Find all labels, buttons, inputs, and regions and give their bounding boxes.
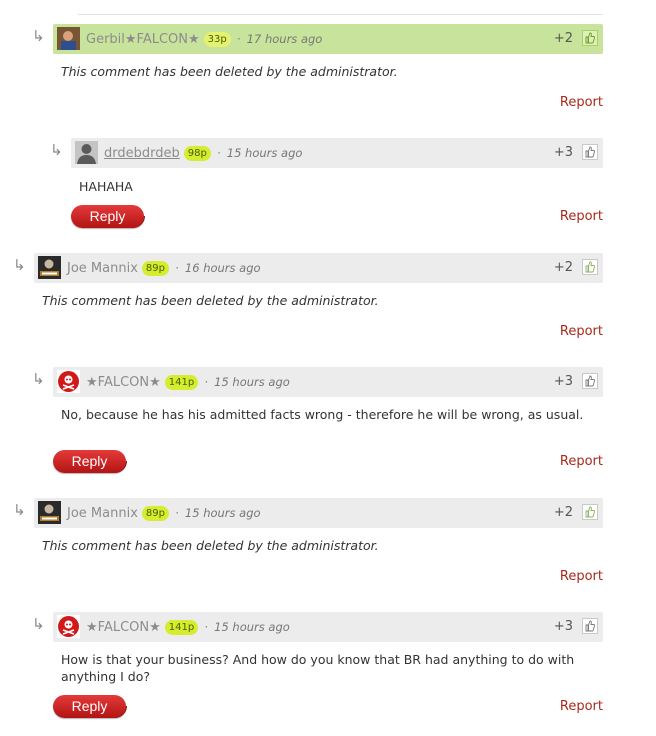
report-link[interactable]: Report (560, 324, 603, 339)
username[interactable]: Joe Mannix (67, 261, 138, 276)
score: +3 (553, 619, 573, 634)
username[interactable]: drdebdrdeb (104, 146, 180, 161)
separator: · (204, 620, 208, 634)
comment-meta: Joe Mannix 89p · 16 hours ago (67, 253, 261, 284)
username[interactable]: ★FALCON★ (86, 375, 161, 390)
username[interactable]: ★FALCON★ (86, 620, 161, 635)
points-badge: 141p (164, 375, 199, 390)
points-badge: 89p (141, 506, 169, 521)
like-button[interactable] (582, 504, 598, 520)
reply-arrow-icon: ↳ (50, 141, 63, 159)
thumbs-up-icon (585, 261, 595, 273)
reply-arrow-icon: ↳ (32, 27, 45, 45)
score: +2 (553, 31, 573, 46)
like-button[interactable] (582, 373, 598, 389)
like-button[interactable] (582, 30, 598, 46)
separator: · (216, 146, 221, 160)
timestamp: 15 hours ago (214, 620, 290, 634)
comment: ↳ drdebdrdeb 98p · 15 hours ago +3 HAHAHA… (50, 138, 603, 233)
previous-comment-bottom-edge (78, 0, 603, 15)
separator: · (175, 261, 179, 275)
like-button[interactable] (582, 259, 598, 275)
comment-header: Joe Mannix 89p · 15 hours ago +2 (34, 498, 603, 528)
comment-meta: ★FALCON★ 141p · 15 hours ago (86, 612, 290, 643)
separator: · (204, 375, 208, 389)
comment: ↳ ★FALCON★ 141p · 15 hours ago +3 How is … (32, 612, 603, 722)
avatar[interactable] (57, 370, 80, 393)
report-link[interactable]: Report (560, 454, 603, 469)
points-badge: 89p (141, 261, 169, 276)
points-badge: 141p (164, 620, 199, 635)
report-link[interactable]: Report (560, 95, 603, 110)
report-link[interactable]: Report (560, 699, 603, 714)
thumbs-up-icon (585, 620, 595, 632)
comment-meta: ★FALCON★ 141p · 15 hours ago (86, 367, 290, 398)
comment-body: This comment has been deleted by the adm… (61, 64, 398, 79)
like-button[interactable] (582, 144, 598, 160)
comment-body: This comment has been deleted by the adm… (42, 538, 379, 553)
score: +2 (553, 260, 573, 275)
comment-body: This comment has been deleted by the adm… (42, 293, 379, 308)
thumbs-up-icon (585, 506, 595, 518)
avatar[interactable] (57, 615, 80, 638)
comment-body: No, because he has his admitted facts wr… (61, 407, 584, 422)
timestamp: 16 hours ago (184, 261, 261, 275)
thumbs-up-icon (585, 32, 595, 44)
comment: ↳ Joe Mannix 89p · 15 hours ago +2 This c… (13, 498, 603, 593)
comment: ↳ Joe Mannix 89p · 16 hours ago +2 This c… (13, 253, 603, 348)
report-link[interactable]: Report (560, 209, 603, 224)
separator: · (175, 506, 179, 520)
reply-arrow-icon: ↳ (32, 615, 45, 633)
reply-button[interactable]: Reply (53, 695, 127, 718)
thumbs-up-icon (585, 146, 595, 158)
timestamp: 15 hours ago (226, 146, 303, 160)
reply-arrow-icon: ↳ (13, 501, 26, 519)
comment-meta: Joe Mannix 89p · 15 hours ago (67, 498, 261, 529)
avatar[interactable] (38, 501, 61, 524)
avatar[interactable] (38, 256, 61, 279)
comment-meta: drdebdrdeb 98p · 15 hours ago (104, 138, 302, 169)
report-link[interactable]: Report (560, 569, 603, 584)
comment-header: ★FALCON★ 141p · 15 hours ago +3 (53, 612, 603, 642)
reply-button[interactable]: Reply (53, 450, 127, 473)
score: +3 (553, 374, 573, 389)
reply-arrow-icon: ↳ (32, 370, 45, 388)
points-badge: 33p (203, 32, 231, 47)
comment-header: drdebdrdeb 98p · 15 hours ago +3 (71, 138, 603, 168)
avatar[interactable] (75, 141, 98, 164)
score: +2 (553, 505, 573, 520)
like-button[interactable] (582, 618, 598, 634)
points-badge: 98p (183, 146, 211, 161)
reply-button[interactable]: Reply (71, 205, 145, 228)
timestamp: 15 hours ago (214, 375, 290, 389)
username[interactable]: Joe Mannix (67, 506, 138, 521)
thumbs-up-icon (585, 375, 595, 387)
comment-body: How is that your business? And how do yo… (61, 652, 575, 684)
timestamp: 15 hours ago (184, 506, 261, 520)
comment-header: Joe Mannix 89p · 16 hours ago +2 (34, 253, 603, 283)
score: +3 (553, 145, 573, 160)
comment-body: HAHAHA (79, 179, 133, 194)
timestamp: 17 hours ago (246, 32, 323, 46)
avatar[interactable] (57, 27, 80, 50)
comment: ↳ ★FALCON★ 141p · 15 hours ago +3 No, bec… (32, 367, 603, 477)
comment-meta: Gerbil★FALCON★ 33p · 17 hours ago (86, 24, 322, 55)
comment-header: ★FALCON★ 141p · 15 hours ago +3 (53, 367, 603, 397)
separator: · (236, 32, 241, 46)
comment-header: Gerbil★FALCON★ 33p · 17 hours ago +2 (53, 24, 603, 54)
comment: ↳ Gerbil★FALCON★ 33p · 17 hours ago +2 Th… (32, 24, 603, 119)
username[interactable]: Gerbil★FALCON★ (86, 32, 200, 47)
reply-arrow-icon: ↳ (13, 256, 26, 274)
